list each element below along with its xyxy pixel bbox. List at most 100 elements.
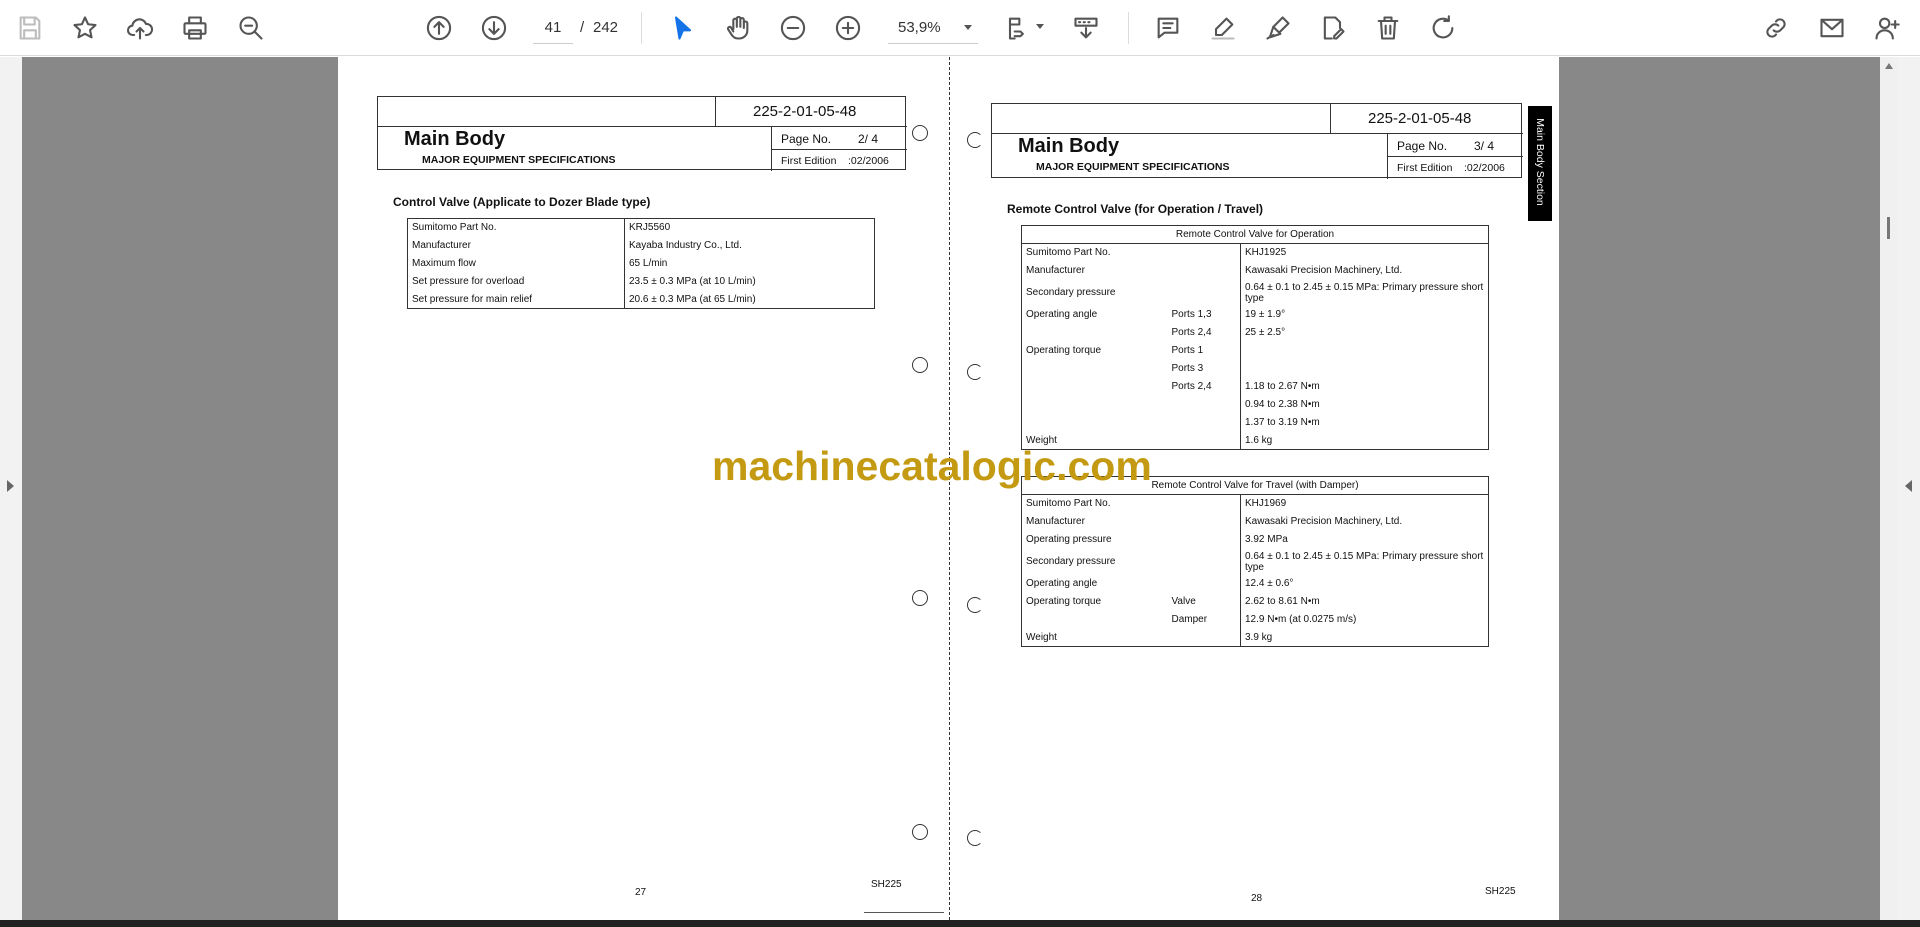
page-no-label: Page No. xyxy=(1397,139,1448,153)
spec-sub-label: Ports 1,3 xyxy=(1167,305,1241,324)
spec-sub-label xyxy=(1167,628,1241,647)
left-panel-toggle[interactable] xyxy=(0,57,22,920)
spec-sub-label: Ports 2,4 xyxy=(1167,323,1241,342)
find-zoom-icon[interactable] xyxy=(233,10,269,46)
upload-cloud-icon[interactable] xyxy=(122,10,158,46)
page-number: 28 xyxy=(1251,893,1263,904)
spec-sub-label xyxy=(1167,279,1241,306)
spec-label: Weight xyxy=(1026,631,1057,643)
header-rule xyxy=(1387,156,1523,157)
spec-label: Maximum flow xyxy=(407,254,625,273)
page-no-label: Page No. xyxy=(781,132,832,146)
spec-label xyxy=(1022,360,1168,378)
footer-rule xyxy=(864,912,944,913)
model-code: SH225 xyxy=(1485,886,1516,897)
spec-value: KHJ1969 xyxy=(1245,498,1287,510)
print-icon[interactable] xyxy=(177,10,213,46)
bookmark-star-icon[interactable] xyxy=(67,10,103,46)
spec-sub-label xyxy=(1167,574,1241,593)
page-subtitle: MAJOR EQUIPMENT SPECIFICATIONS xyxy=(422,154,616,166)
punch-hole xyxy=(967,597,983,613)
hand-tool-icon[interactable] xyxy=(720,10,756,46)
zoom-out-icon[interactable] xyxy=(775,10,811,46)
spec-label: Manufacturer xyxy=(1026,516,1085,527)
table-row: Ports 3 xyxy=(1022,359,1489,378)
section-side-tab: Main Body Section xyxy=(1528,106,1552,221)
email-icon[interactable] xyxy=(1814,10,1850,46)
spec-value: Kawasaki Precision Machinery, Ltd. xyxy=(1245,265,1403,276)
highlight-icon[interactable] xyxy=(1205,10,1241,46)
zoom-in-icon[interactable] xyxy=(830,10,866,46)
page-fit-chevron-icon[interactable] xyxy=(1036,24,1044,29)
spec-label: Secondary pressure xyxy=(1026,556,1116,567)
spec-label: Operating pressure xyxy=(1026,534,1112,545)
account-icon[interactable] xyxy=(1869,10,1905,46)
select-cursor-icon[interactable] xyxy=(665,10,701,46)
header-rule xyxy=(378,126,907,127)
edition-value: :02/2006 xyxy=(1464,162,1505,174)
header-rule xyxy=(1330,104,1331,133)
punch-hole xyxy=(967,132,983,148)
spec-value: 1.37 to 3.19 N•m xyxy=(1245,417,1320,428)
right-panel-toggle[interactable] xyxy=(1898,57,1920,920)
comment-icon[interactable] xyxy=(1150,10,1186,46)
share-link-icon[interactable] xyxy=(1758,10,1794,46)
scroll-up-icon[interactable] xyxy=(1885,63,1893,69)
page-no-value: 2/ 4 xyxy=(858,132,879,146)
page-title: Main Body xyxy=(404,128,506,150)
save-icon[interactable] xyxy=(12,10,48,46)
chevron-down-icon xyxy=(964,25,972,30)
table-row: Operating torque Valve 2.62 to 8.61 N•m xyxy=(1022,592,1489,611)
table-row: Operating pressure 3.92 MPa xyxy=(1022,530,1489,549)
section-title: Control Valve (Applicate to Dozer Blade … xyxy=(393,195,651,209)
previous-page-icon[interactable] xyxy=(421,10,457,46)
spec-sub-label xyxy=(1167,431,1241,450)
spec-sub-label: Damper xyxy=(1167,610,1241,629)
rotate-icon[interactable] xyxy=(1425,10,1461,46)
spec-value: 0.64 ± 0.1 to 2.45 ± 0.15 MPa: Primary p… xyxy=(1245,550,1484,573)
delete-icon[interactable] xyxy=(1370,10,1406,46)
spec-label: Operating angle xyxy=(1026,578,1098,589)
spec-value: 23.5 ± 0.3 MPa (at 10 L/min) xyxy=(629,276,756,287)
spec-value: 20.6 ± 0.3 MPa (at 65 L/min) xyxy=(629,293,756,305)
header-rule xyxy=(771,149,907,150)
section-title: Remote Control Valve (for Operation / Tr… xyxy=(1007,202,1264,216)
section-side-label: Main Body Section xyxy=(1534,118,1546,206)
table-row: Sumitomo Part No. KHJ1969 xyxy=(1022,494,1489,513)
left-page-header: 225-2-01-05-48 Main Body MAJOR EQUIPMENT… xyxy=(377,96,907,171)
spec-value: 12.9 N•m (at 0.0275 m/s) xyxy=(1245,614,1357,625)
toolbar: / 242 53,9% xyxy=(0,0,1920,56)
zoom-dropdown[interactable]: 53,9% xyxy=(888,12,978,44)
page-title: Main Body xyxy=(1018,135,1120,157)
spec-sub-label: Ports 1 xyxy=(1167,341,1241,360)
table-row: Sumitomo Part No. KRJ5560 xyxy=(407,218,875,237)
spec-value: KHJ1925 xyxy=(1245,247,1287,259)
next-page-icon[interactable] xyxy=(476,10,512,46)
table-row: Weight 3.9 kg xyxy=(1022,628,1489,647)
scrollbar-thumb[interactable] xyxy=(1887,217,1890,239)
spec-label: Sumitomo Part No. xyxy=(1026,247,1111,259)
spec-value: 0.64 ± 0.1 to 2.45 ± 0.15 MPa: Primary p… xyxy=(1245,281,1484,304)
scroll-mode-icon[interactable] xyxy=(1068,10,1104,46)
page-fit-icon[interactable] xyxy=(999,10,1035,46)
edition-label: First Edition xyxy=(1397,162,1453,174)
sign-icon[interactable] xyxy=(1260,10,1296,46)
spec-label: Set pressure for main relief xyxy=(407,290,625,309)
fill-sign-icon[interactable] xyxy=(1315,10,1351,46)
spec-label: Sumitomo Part No. xyxy=(407,218,625,237)
vertical-scrollbar[interactable] xyxy=(1880,57,1898,920)
page-number-input[interactable] xyxy=(533,12,573,44)
table-caption: Remote Control Valve for Operation xyxy=(1021,225,1489,244)
spec-label xyxy=(1022,378,1168,396)
spec-sub-label xyxy=(1167,530,1241,549)
spec-label: Operating torque xyxy=(1026,596,1102,607)
spec-label: Set pressure for overload xyxy=(407,272,625,291)
punch-hole xyxy=(967,830,983,846)
spec-label xyxy=(1022,611,1168,629)
page-number: 27 xyxy=(635,887,647,898)
expand-right-icon xyxy=(1905,480,1912,492)
total-pages: 242 xyxy=(593,19,619,36)
spec-value: 0.94 to 2.38 N•m xyxy=(1245,399,1320,410)
table-row: Ports 2,4 25 ± 2.5° xyxy=(1022,323,1489,342)
spec-sub-label xyxy=(1167,243,1241,262)
